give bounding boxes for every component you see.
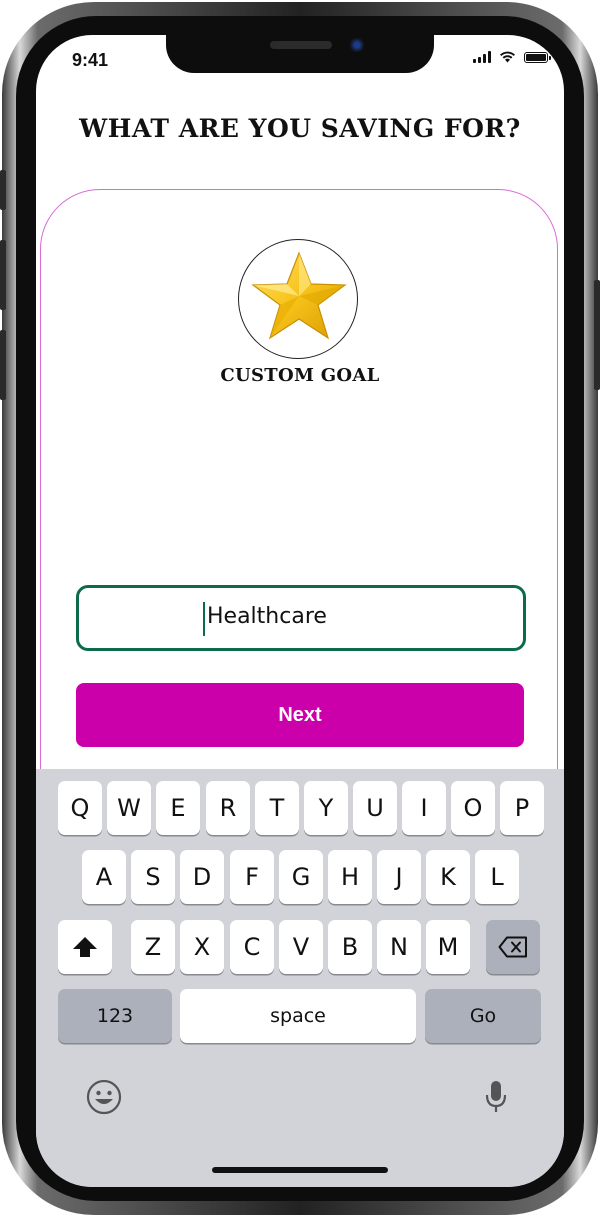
speaker-grille <box>270 41 332 49</box>
key-c[interactable]: C <box>230 920 274 974</box>
text-cursor <box>203 602 205 636</box>
custom-goal-label: CUSTOM GOAL <box>220 365 380 386</box>
volume-up-button <box>0 240 6 310</box>
key-f[interactable]: F <box>230 850 274 904</box>
goal-name-input[interactable]: Healthcare <box>76 585 526 651</box>
goal-name-value: Healthcare <box>207 604 327 629</box>
key-d[interactable]: D <box>180 850 224 904</box>
key-j[interactable]: J <box>377 850 421 904</box>
star-icon <box>251 251 347 340</box>
delete-key[interactable] <box>486 920 540 974</box>
key-t[interactable]: T <box>255 781 299 835</box>
key-g[interactable]: G <box>279 850 323 904</box>
key-b[interactable]: B <box>328 920 372 974</box>
key-h[interactable]: H <box>328 850 372 904</box>
key-a[interactable]: A <box>82 850 126 904</box>
key-e[interactable]: E <box>156 781 200 835</box>
key-q[interactable]: Q <box>58 781 102 835</box>
key-z[interactable]: Z <box>131 920 175 974</box>
custom-goal-badge[interactable] <box>238 239 358 359</box>
key-v[interactable]: V <box>279 920 323 974</box>
battery-icon <box>524 51 551 63</box>
keyboard: Q W E R T Y U I O P A S D F G H J K L Z … <box>36 769 564 1187</box>
signal-icon <box>473 51 491 63</box>
key-w[interactable]: W <box>107 781 151 835</box>
home-indicator[interactable] <box>212 1167 388 1173</box>
key-r[interactable]: R <box>206 781 250 835</box>
key-p[interactable]: P <box>500 781 544 835</box>
key-y[interactable]: Y <box>304 781 348 835</box>
key-n[interactable]: N <box>377 920 421 974</box>
shift-arrow-icon <box>73 937 97 957</box>
emoji-icon[interactable] <box>84 1077 124 1117</box>
numbers-key[interactable]: 123 <box>58 989 172 1043</box>
next-button[interactable]: Next <box>76 683 524 747</box>
key-x[interactable]: X <box>180 920 224 974</box>
backspace-icon <box>498 936 527 958</box>
key-k[interactable]: K <box>426 850 470 904</box>
key-m[interactable]: M <box>426 920 470 974</box>
key-i[interactable]: I <box>402 781 446 835</box>
space-key[interactable]: space <box>180 989 416 1043</box>
side-button <box>594 280 600 390</box>
shift-key[interactable] <box>58 920 112 974</box>
key-l[interactable]: L <box>475 850 519 904</box>
key-u[interactable]: U <box>353 781 397 835</box>
volume-down-button <box>0 330 6 400</box>
microphone-icon[interactable] <box>478 1077 514 1117</box>
key-s[interactable]: S <box>131 850 175 904</box>
wifi-icon <box>500 51 515 63</box>
status-time: 9:41 <box>72 50 109 70</box>
key-o[interactable]: O <box>451 781 495 835</box>
status-icons <box>473 51 551 63</box>
camera-icon <box>350 38 364 52</box>
notch <box>166 35 434 73</box>
go-key[interactable]: Go <box>425 989 541 1043</box>
mute-switch <box>0 170 6 210</box>
page-title: WHAT ARE YOU SAVING FOR? <box>79 114 521 143</box>
screen: 9:41 WHAT ARE YOU SAVING FOR? CUSTOM GOA… <box>36 35 564 1187</box>
